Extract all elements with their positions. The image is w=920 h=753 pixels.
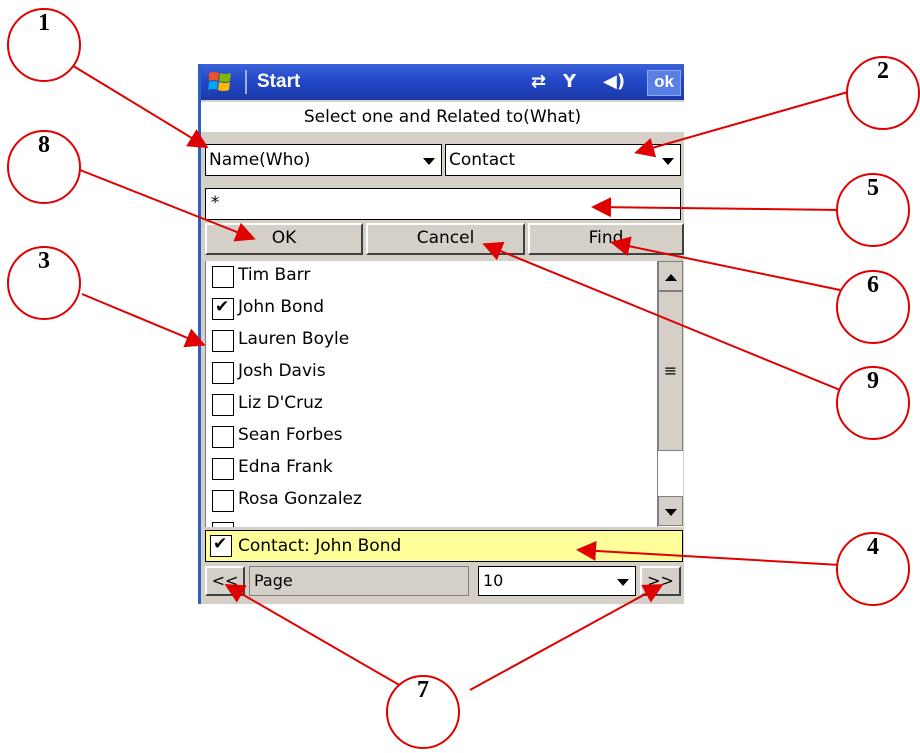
checkbox[interactable]	[212, 522, 234, 527]
instructions-text: Select one and Related to(What)	[201, 102, 684, 132]
chevron-down-icon	[662, 158, 674, 165]
scroll-up-icon[interactable]	[658, 261, 683, 291]
contact-name: Sean Forbes	[238, 425, 343, 445]
cancel-button[interactable]: Cancel	[366, 223, 525, 255]
ok-button[interactable]: OK	[205, 223, 363, 255]
callout-7: 7	[386, 675, 460, 749]
page-label: Page	[249, 566, 469, 596]
callout-9: 9	[836, 366, 910, 440]
callout-8: 8	[7, 130, 81, 204]
callout-3: 3	[7, 246, 81, 320]
start-menu-label[interactable]: Start	[257, 71, 300, 93]
checkbox[interactable]	[212, 330, 234, 352]
prev-page-button[interactable]: <<	[205, 566, 245, 596]
contact-name: Tim Barr	[238, 265, 311, 285]
checkbox[interactable]	[212, 426, 234, 448]
callout-2: 2	[846, 56, 920, 130]
who-dropdown[interactable]: Name(Who)	[205, 144, 442, 176]
checkbox-checked[interactable]	[212, 297, 234, 320]
find-button[interactable]: Find	[528, 223, 684, 255]
contact-name: Liz D'Cruz	[238, 393, 323, 413]
contact-name: Lauren Boyle	[238, 329, 350, 349]
what-dropdown-value: Contact	[449, 150, 516, 170]
arrow-3	[81, 293, 206, 348]
contact-list[interactable]: Tim Barr John Bond Lauren Boyle Josh Dav…	[205, 261, 658, 527]
title-separator	[245, 70, 247, 94]
signal-icon[interactable]: Y	[563, 71, 576, 92]
scrollbar[interactable]: ≡	[657, 261, 683, 527]
checkbox[interactable]	[212, 266, 234, 288]
checkbox[interactable]	[212, 394, 234, 416]
ok-title-button[interactable]: ok	[647, 70, 681, 96]
search-input[interactable]: *	[205, 188, 681, 220]
page-size-value: 10	[483, 571, 504, 590]
scroll-thumb[interactable]: ≡	[658, 291, 683, 451]
scroll-down-icon[interactable]	[658, 496, 683, 526]
callout-4: 4	[836, 532, 910, 606]
what-dropdown[interactable]: Contact	[445, 144, 681, 176]
sync-icon[interactable]: ⇄	[531, 71, 546, 92]
checkbox[interactable]	[212, 458, 234, 480]
callout-1: 1	[7, 8, 81, 82]
contact-name: Josh Davis	[238, 361, 326, 381]
contact-name: Edna Frank	[238, 457, 333, 477]
pocketpc-screen: Start ⇄ Y ◀) ok Select one and Related t…	[198, 64, 684, 604]
search-input-value: *	[210, 193, 221, 213]
next-page-button[interactable]: >>	[640, 566, 681, 596]
contact-name: Rosa Gonzalez	[238, 489, 362, 509]
contact-name: John Bond	[238, 297, 324, 317]
selection-status-text: Contact: John Bond	[238, 536, 402, 556]
checkbox[interactable]	[212, 490, 234, 512]
windows-logo-icon[interactable]	[207, 69, 233, 95]
callout-6: 6	[836, 270, 910, 344]
who-dropdown-value: Name(Who)	[209, 150, 311, 170]
chevron-down-icon	[617, 579, 629, 586]
checkbox[interactable]	[212, 362, 234, 384]
selection-status: Contact: John Bond	[205, 530, 683, 562]
checkbox-checked[interactable]	[210, 534, 232, 557]
callout-5: 5	[836, 173, 910, 247]
arrow-1	[69, 63, 209, 149]
chevron-down-icon	[423, 158, 435, 165]
volume-icon[interactable]: ◀)	[603, 71, 625, 92]
title-bar: Start ⇄ Y ◀) ok	[201, 64, 684, 100]
page-size-dropdown[interactable]: 10	[478, 566, 636, 596]
